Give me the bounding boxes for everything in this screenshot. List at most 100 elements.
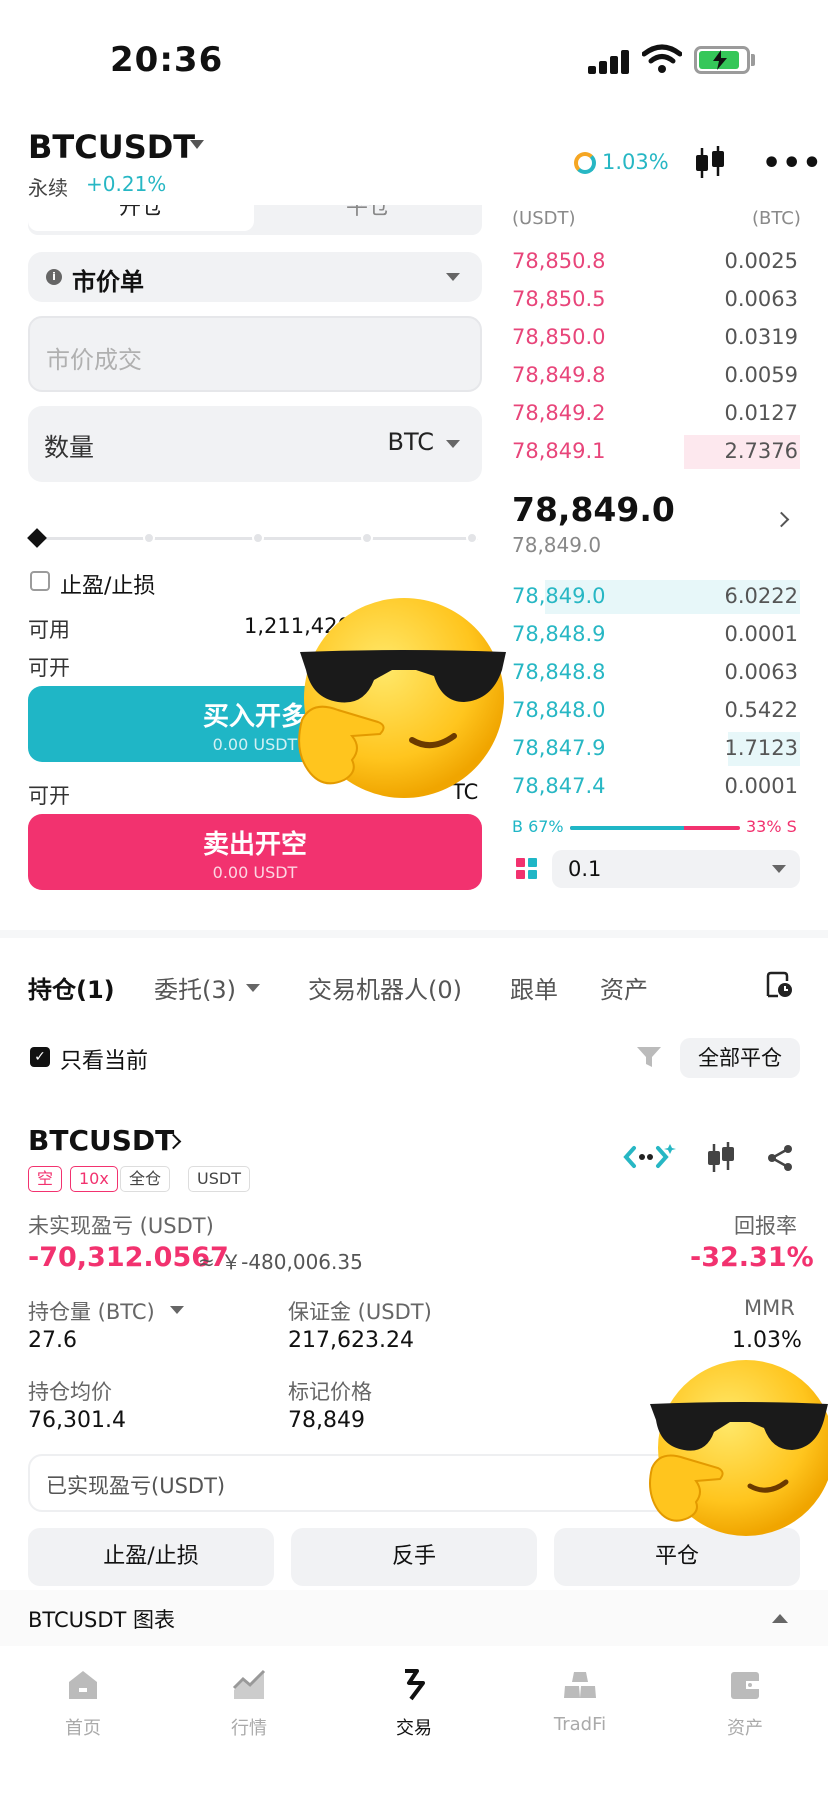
roe-label: 回报率	[734, 1214, 797, 1238]
depth-step-value: 0.1	[568, 857, 602, 881]
orderbook-row[interactable]: 78,849.2 0.0127	[510, 395, 800, 431]
nav-home[interactable]: 首页	[23, 1668, 143, 1740]
share-icon[interactable]	[766, 1144, 794, 1172]
orderbook-row[interactable]: 78,849.8 0.0059	[510, 357, 800, 393]
position-symbol[interactable]: BTCUSDT	[28, 1124, 174, 1157]
sell-short-button[interactable]: 卖出开空 0.00 USDT	[28, 814, 482, 890]
chart-expander[interactable]: BTCUSDT 图表	[0, 1590, 828, 1646]
quantity-label: 数量	[44, 433, 95, 462]
sunglasses-emoji-sticker	[298, 598, 506, 798]
bottom-nav: 首页 行情 交易 TradFi 资产	[0, 1646, 828, 1800]
tab-open[interactable]: 开仓	[28, 205, 254, 231]
max-open-label: 可开	[28, 784, 70, 808]
buy-sell-ratio-bar	[570, 826, 740, 830]
orderbook-row[interactable]: 78,848.0 0.5422	[510, 692, 800, 728]
tpsl-label: 止盈/止损	[60, 574, 156, 599]
chevron-down-icon	[446, 273, 460, 281]
price-change: +0.21%	[86, 172, 167, 196]
order-type-label: 市价单	[72, 268, 144, 296]
mmr-label: MMR	[744, 1296, 795, 1320]
orderbook-price: 78,847.9	[512, 736, 606, 760]
orderbook-row[interactable]: 78,850.5 0.0063	[510, 281, 800, 317]
orderbook-row[interactable]: 78,847.4 0.0001	[510, 768, 800, 804]
only-current-checkbox[interactable]: ✓	[30, 1047, 50, 1067]
reverse-button[interactable]: 反手	[291, 1528, 537, 1586]
chevron-down-icon	[246, 984, 260, 992]
tab-close[interactable]: 平仓	[254, 205, 482, 231]
leverage-badge[interactable]: 10x	[70, 1166, 118, 1192]
tpsl-button[interactable]: 止盈/止损	[28, 1528, 274, 1586]
chevron-right-icon[interactable]	[773, 511, 790, 528]
tab-copy-trading[interactable]: 跟单	[510, 970, 558, 1005]
orderbook-price: 78,850.8	[512, 249, 606, 273]
orderbook-row[interactable]: 78,847.9 1.7123	[510, 730, 800, 766]
orderbook-qty-header: (BTC)	[752, 208, 801, 229]
quantity-input[interactable]: 数量 BTC	[28, 406, 482, 482]
sunglasses-emoji-sticker	[649, 1360, 828, 1536]
tab-assets[interactable]: 资产	[600, 970, 648, 1005]
mark-price-value: 78,849	[288, 1408, 365, 1433]
nav-markets[interactable]: 行情	[189, 1668, 309, 1740]
orderbook-price: 78,849.2	[512, 401, 606, 425]
price-input[interactable]: 市价成交	[28, 316, 482, 392]
orderbook-price: 78,850.0	[512, 325, 606, 349]
order-type-select[interactable]: i 市价单	[28, 252, 482, 302]
orderbook-price-header: (USDT)	[512, 208, 576, 229]
orderbook-row[interactable]: 78,850.0 0.0319	[510, 319, 800, 355]
risk-rate[interactable]: 1.03%	[602, 150, 669, 174]
filter-icon[interactable]	[636, 1045, 662, 1069]
info-icon: i	[46, 269, 62, 285]
orderbook-qty: 0.0063	[724, 660, 798, 684]
orderbook-row[interactable]: 78,850.8 0.0025	[510, 243, 800, 279]
orderbook-row[interactable]: 78,849.0 6.0222	[510, 578, 800, 614]
orderbook-row[interactable]: 78,848.8 0.0063	[510, 654, 800, 690]
orderbook-qty: 0.5422	[724, 698, 798, 722]
nav-tradfi[interactable]: TradFi	[520, 1668, 640, 1735]
history-icon[interactable]	[764, 970, 794, 1000]
trade-icon	[405, 1669, 425, 1701]
nav-trade[interactable]: 交易	[354, 1668, 474, 1740]
tab-bots[interactable]: 交易机器人(0)	[308, 970, 462, 1005]
side-badge: 空	[28, 1166, 63, 1192]
orderbook-row[interactable]: 78,848.9 0.0001	[510, 616, 800, 652]
orderbook-qty: 0.0063	[724, 287, 798, 311]
close-all-button[interactable]: 全部平仓	[680, 1038, 800, 1078]
orderbook-price: 78,849.0	[512, 584, 606, 608]
chevron-down-icon[interactable]	[170, 1306, 184, 1314]
orderbook-qty: 0.0001	[724, 774, 798, 798]
orderbook-row[interactable]: 78,849.1 2.7376	[510, 433, 800, 469]
wifi-icon	[642, 44, 682, 73]
candlestick-icon[interactable]	[706, 1142, 736, 1174]
chart-icon	[232, 1669, 266, 1699]
chevron-down-icon	[446, 440, 460, 448]
orderbook-qty: 0.0001	[724, 622, 798, 646]
tab-orders[interactable]: 委托(3)	[154, 970, 236, 1005]
cellular-signal-icon	[588, 50, 630, 74]
orderbook-price: 78,849.8	[512, 363, 606, 387]
tab-positions[interactable]: 持仓(1)	[28, 970, 115, 1005]
mmr-value: 1.03%	[732, 1328, 802, 1353]
more-icon[interactable]: •••	[762, 146, 823, 181]
candlestick-icon[interactable]	[694, 146, 726, 180]
chart-title: BTCUSDT 图表	[28, 1608, 176, 1632]
orderbook-price: 78,848.9	[512, 622, 606, 646]
tpsl-checkbox[interactable]	[30, 571, 50, 591]
quantity-unit-select[interactable]: BTC	[388, 428, 434, 456]
mark-price-label: 标记价格	[288, 1380, 372, 1404]
chevron-down-icon[interactable]	[190, 140, 204, 149]
nav-assets[interactable]: 资产	[685, 1668, 805, 1740]
open-close-tabs: 开仓 平仓	[28, 205, 482, 235]
margin-value[interactable]: 217,623.24	[288, 1328, 414, 1353]
chevron-up-icon	[772, 1614, 788, 1623]
orderbook-layout-icon[interactable]	[516, 858, 538, 880]
wallet-icon	[731, 1672, 759, 1699]
slider-handle[interactable]	[27, 528, 47, 548]
depth-step-select[interactable]: 0.1	[552, 850, 800, 888]
ai-assistant-icon[interactable]	[622, 1142, 676, 1172]
only-current-label: 只看当前	[60, 1049, 149, 1074]
quantity-slider[interactable]	[38, 532, 478, 544]
orderbook-qty: 2.7376	[724, 439, 798, 463]
orderbook-qty: 1.7123	[724, 736, 798, 760]
size-label[interactable]: 持仓量 (BTC)	[28, 1296, 155, 1326]
pair-selector[interactable]: BTCUSDT	[28, 128, 195, 166]
